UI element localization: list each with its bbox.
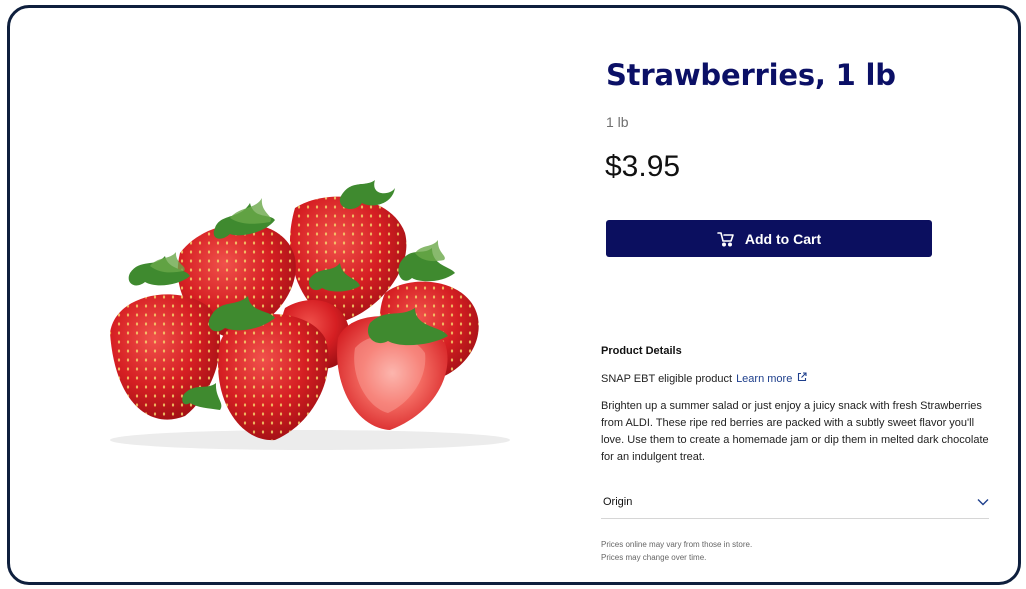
price-disclaimer: Prices online may vary from those in sto… — [601, 538, 752, 564]
product-details-panel: Strawberries, 1 lb 1 lb $3.95 Add to Car… — [600, 8, 1000, 582]
product-description: Brighten up a summer salad or just enjoy… — [601, 400, 989, 463]
product-page-frame: Strawberries, 1 lb 1 lb $3.95 Add to Car… — [7, 5, 1021, 585]
external-link-icon — [797, 372, 807, 385]
origin-accordion[interactable]: Origin — [601, 486, 989, 519]
learn-more-link[interactable]: Learn more — [736, 372, 807, 385]
learn-more-label: Learn more — [736, 372, 793, 385]
snap-text: SNAP EBT eligible product — [601, 372, 733, 385]
add-to-cart-button[interactable]: Add to Cart — [606, 220, 932, 257]
origin-label: Origin — [603, 496, 633, 508]
cart-icon — [717, 231, 735, 247]
disclaimer-line-2: Prices may change over time. — [601, 553, 707, 562]
product-image — [70, 158, 540, 458]
chevron-down-icon — [977, 493, 989, 511]
product-title: Strawberries, 1 lb — [606, 58, 896, 92]
snap-eligibility: SNAP EBT eligible product Learn more — [601, 372, 807, 385]
strawberries-image — [110, 180, 510, 450]
product-price: $3.95 — [605, 150, 681, 183]
add-to-cart-label: Add to Cart — [744, 230, 822, 247]
product-size: 1 lb — [606, 114, 629, 130]
disclaimer-line-1: Prices online may vary from those in sto… — [601, 540, 753, 549]
product-details-heading: Product Details — [601, 345, 682, 357]
